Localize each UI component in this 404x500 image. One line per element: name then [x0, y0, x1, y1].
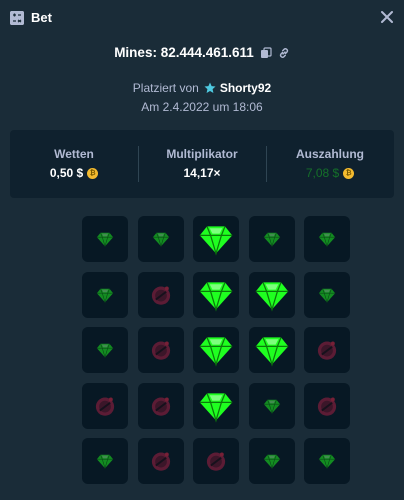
coin-icon: ₿ — [87, 167, 99, 179]
multiplier-value: 14,17× — [183, 166, 221, 180]
close-icon[interactable] — [380, 10, 394, 24]
coin-icon: ₿ — [343, 167, 355, 179]
grid-tile-gem-dim[interactable] — [82, 327, 128, 373]
copy-icon[interactable] — [260, 46, 272, 58]
placed-by-label: Platziert von — [132, 81, 199, 95]
grid-tile-gem[interactable] — [193, 382, 239, 429]
username-link[interactable]: Shorty92 — [220, 81, 271, 95]
gem-icon — [199, 281, 233, 312]
grid-tile-mine-dim[interactable] — [193, 438, 239, 484]
gem-icon — [318, 232, 336, 248]
wager-label: Wetten — [54, 147, 94, 161]
stat-wager: Wetten 0,50 $ ₿ — [10, 130, 138, 198]
multiplier-label: Multiplikator — [166, 147, 238, 161]
stats-panel: Wetten 0,50 $ ₿ Multiplikator 14,17× Aus… — [10, 130, 394, 198]
grid-tile-gem-dim[interactable] — [82, 271, 128, 318]
gem-icon — [263, 399, 280, 414]
grid-tile-mine-dim[interactable] — [304, 327, 350, 373]
stat-payout: Auszahlung 7,08 $ ₿ — [266, 130, 394, 198]
grid-tile-gem[interactable] — [193, 327, 239, 373]
grid-tile-gem-dim[interactable] — [248, 438, 295, 484]
grid-tile-mine-dim[interactable] — [82, 382, 128, 429]
mine-icon — [151, 286, 170, 305]
multiplier-value-row: 14,17× — [138, 166, 266, 180]
mine-icon — [151, 341, 170, 360]
grid-tile-gem-dim[interactable] — [137, 216, 184, 262]
gem-icon — [96, 288, 114, 303]
gem-icon — [255, 337, 288, 367]
gem-icon — [263, 454, 280, 470]
wager-value: 0,50 $ — [49, 166, 84, 180]
grid-tile-gem[interactable] — [248, 327, 295, 373]
grid-tile-gem-dim[interactable] — [82, 216, 128, 262]
gem-icon — [96, 343, 114, 359]
mines-grid — [82, 216, 350, 496]
grid-tile-gem-dim[interactable] — [304, 438, 350, 484]
gem-icon — [318, 454, 336, 470]
grid-tile-gem[interactable] — [193, 271, 239, 318]
mine-icon — [151, 452, 170, 471]
game-title: Mines: 82.444.461.611 — [114, 44, 254, 60]
gem-icon — [255, 281, 288, 312]
gem-icon — [318, 288, 336, 303]
wager-value-row: 0,50 $ ₿ — [10, 166, 138, 180]
grid-tile-mine-dim[interactable] — [304, 382, 350, 429]
grid-tile-gem[interactable] — [193, 216, 239, 262]
stat-multiplier: Multiplikator 14,17× — [138, 130, 266, 198]
gem-icon — [96, 454, 114, 470]
modal-title: Bet — [31, 10, 52, 25]
gem-icon — [96, 232, 114, 248]
grid-tile-gem-dim[interactable] — [248, 382, 295, 429]
mine-icon — [151, 397, 170, 416]
mine-icon — [206, 452, 226, 471]
gem-icon — [152, 232, 169, 248]
grid-tile-mine-dim[interactable] — [137, 327, 184, 373]
grid-tile-gem[interactable] — [248, 271, 295, 318]
modal-header: Bet — [0, 0, 404, 36]
grid-tile-mine-dim[interactable] — [137, 438, 184, 484]
payout-value: 7,08 $ — [305, 166, 340, 180]
mine-icon — [317, 397, 337, 416]
grid-tile-mine-dim[interactable] — [137, 382, 184, 429]
bet-date: Am 2.4.2022 um 18:06 — [141, 100, 263, 114]
grid-tile-gem-dim[interactable] — [248, 216, 295, 262]
gem-icon — [199, 392, 233, 423]
placed-by: Platziert von Shorty92 — [0, 79, 404, 97]
star-icon — [204, 82, 216, 94]
mine-icon — [95, 397, 115, 416]
grid-tile-mine-dim[interactable] — [137, 271, 184, 318]
payout-value-row: 7,08 $ ₿ — [266, 166, 394, 180]
grid-tile-gem-dim[interactable] — [304, 216, 350, 262]
grid-tile-gem-dim[interactable] — [82, 438, 128, 484]
mine-icon — [317, 341, 337, 360]
grid-tile-gem-dim[interactable] — [304, 271, 350, 318]
bet-icon — [10, 11, 24, 25]
payout-label: Auszahlung — [296, 147, 364, 161]
link-icon[interactable] — [278, 46, 290, 58]
game-title-row: Mines: 82.444.461.611 — [0, 42, 404, 62]
gem-icon — [263, 232, 280, 248]
gem-icon — [199, 337, 233, 367]
gem-icon — [199, 226, 233, 256]
